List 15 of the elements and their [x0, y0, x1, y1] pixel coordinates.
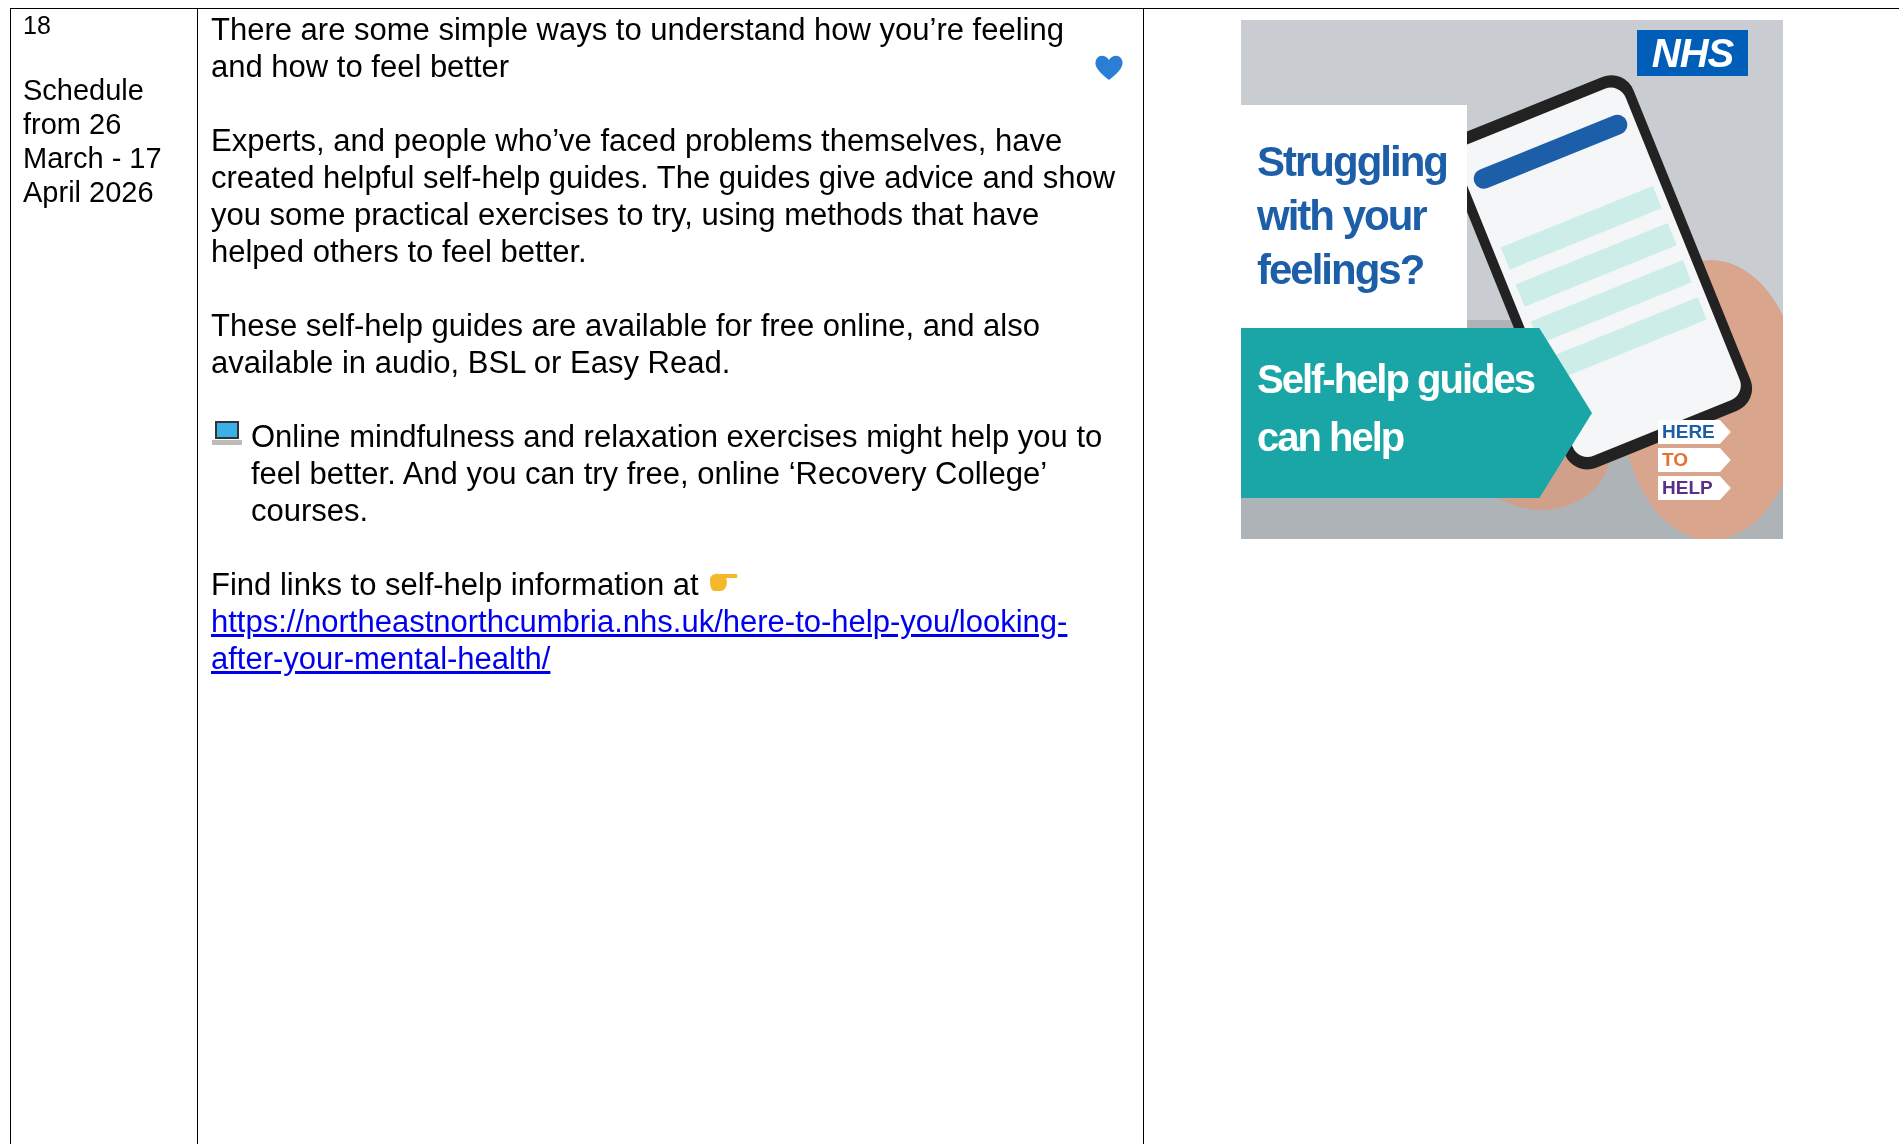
link[interactable]: https://northeastnorthcumbria.nhs.uk/here-to-help-you/looking-after-your-mental-health/: [211, 603, 1125, 677]
schedule-text: Schedule from 26 March - 17 April 2026: [23, 73, 163, 209]
poster-tag: HELP: [1658, 476, 1731, 500]
poster-tag: TO: [1658, 448, 1731, 472]
laptop-icon: [211, 418, 243, 448]
poster-headline: Struggling with your feelings?: [1257, 137, 1448, 295]
row-number: 18: [23, 11, 52, 39]
paragraph-text: These self-help guides are available for free online, and also available in audio, BSL or Easy Read.: [211, 308, 1040, 380]
nhs-logo: NHS: [1637, 30, 1748, 76]
poster-tag: HERE: [1658, 420, 1731, 444]
paragraph-text: Online mindfulness and relaxation exercises might help you to feel better. And you can try free, online ‘Recovery College’ courses.: [251, 418, 1104, 529]
banner-text: Self-help guides can help: [1257, 356, 1536, 461]
paragraph-text: Experts, and people who’ve faced problems themselves, have created helpful self-help guides. The guides give advice and show you some practical exercises to try, using methods that have helped others to feel better.: [211, 123, 1116, 269]
paragraph-text: Find links to self-help information at: [211, 567, 699, 602]
paragraph-text: There are some simple ways to understand how you’re feeling and how to feel better: [211, 11, 1065, 85]
